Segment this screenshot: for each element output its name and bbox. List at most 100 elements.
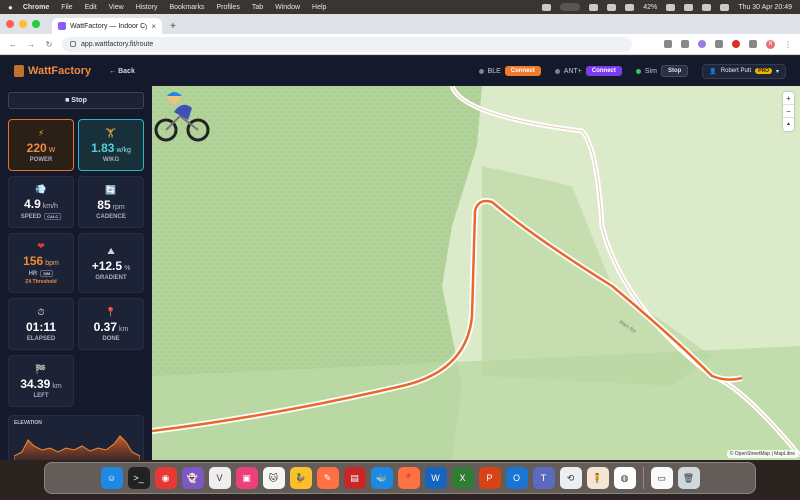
ble-label: BLE — [487, 67, 501, 75]
zoom-out-button[interactable]: − — [783, 105, 794, 118]
location-icon[interactable] — [664, 40, 672, 48]
menu-window[interactable]: Window — [275, 4, 300, 11]
speed-value: 4.9 — [24, 197, 41, 211]
chrome-icon[interactable]: ◉ — [154, 467, 177, 489]
status-icon[interactable] — [542, 3, 552, 11]
maximize-window-icon[interactable] — [32, 20, 40, 28]
redis-icon[interactable]: ▤ — [343, 467, 366, 489]
word-icon[interactable]: W — [424, 467, 447, 489]
cat-icon[interactable]: 🐱 — [262, 467, 285, 489]
cadence-card: 🔄 85 rpm CADENCE — [78, 176, 144, 228]
menu-edit[interactable]: Edit — [85, 4, 97, 11]
search-icon[interactable] — [702, 3, 712, 11]
control-center-icon[interactable] — [720, 3, 730, 11]
duck-icon[interactable]: 🦆 — [289, 467, 312, 489]
close-tab-icon[interactable]: × — [151, 22, 156, 31]
cadence-value: 85 — [97, 197, 111, 212]
user-icon: 👤 — [709, 68, 717, 75]
new-tab-icon[interactable]: + — [170, 18, 176, 34]
ant-connect-button[interactable]: Connect — [585, 66, 622, 76]
close-window-icon[interactable] — [6, 20, 14, 28]
profile-avatar[interactable]: R — [766, 39, 775, 49]
apple-icon[interactable]: ● — [8, 3, 13, 12]
menu-profiles[interactable]: Profiles — [216, 4, 239, 11]
map-canvas[interactable] — [152, 86, 800, 460]
ghost-icon[interactable]: 👻 — [181, 467, 204, 489]
url-text[interactable]: app.wattfactory.fit/route — [81, 41, 153, 48]
sim-label: Sim — [644, 67, 657, 75]
app-logo[interactable]: WattFactory — [14, 65, 91, 77]
terminal-icon[interactable]: >_ — [127, 467, 150, 489]
elapsed-value: 01:11 — [25, 319, 57, 334]
dropbox-icon[interactable] — [589, 3, 599, 11]
pin-icon[interactable]: 📍 — [397, 467, 420, 489]
menu-app-name[interactable]: Chrome — [23, 4, 49, 11]
compass-icon[interactable]: ▲ — [783, 118, 794, 131]
stopwatch-icon: ⏱ — [37, 306, 45, 317]
cadence-label: CADENCE — [96, 213, 126, 220]
excel-icon[interactable]: X — [451, 467, 474, 489]
clock[interactable]: Thu 30 Apr 20:49 — [738, 4, 792, 11]
tab-title: WattFactory — Indoor Cycle — [70, 22, 148, 30]
pro-badge: PRO — [755, 68, 772, 74]
menu-file[interactable]: File — [61, 4, 72, 11]
menu-bookmarks[interactable]: Bookmarks — [169, 4, 204, 11]
hr-zone: Z4 Threshold — [25, 279, 57, 285]
finder-icon[interactable]: ☺ — [100, 467, 123, 489]
back-button[interactable]: ← Back — [109, 68, 135, 75]
reload-icon[interactable]: ↻ — [44, 40, 54, 49]
menu-help[interactable]: Help — [312, 4, 326, 11]
vim-icon[interactable]: V — [208, 467, 231, 489]
minimize-window-icon[interactable] — [19, 20, 27, 28]
left-card: 🏁 34.39 km LEFT — [8, 355, 74, 407]
window-controls — [6, 14, 40, 34]
battery-icon[interactable] — [666, 3, 676, 11]
route-map[interactable]: Main Rd + − ▲ © OpenStreetMap | MapLibre — [152, 86, 800, 460]
browser-menu-icon[interactable]: ⋮ — [784, 40, 792, 49]
menu-view[interactable]: View — [109, 4, 124, 11]
timemachine-icon[interactable]: ⟲ — [559, 467, 582, 489]
menu-history[interactable]: History — [136, 4, 158, 11]
outlook-icon[interactable]: O — [505, 467, 528, 489]
extensions-puzzle-icon[interactable] — [749, 40, 757, 48]
trash-icon[interactable]: 🗑 — [677, 467, 700, 489]
browser-tab[interactable]: WattFactory — Indoor Cycle × — [52, 18, 162, 34]
docker-icon[interactable]: 🐳 — [370, 467, 393, 489]
calc-tag: CALC — [44, 213, 62, 220]
forward-arrow-icon[interactable]: → — [26, 40, 36, 49]
address-bar[interactable]: app.wattfactory.fit/route — [62, 36, 632, 52]
sim-stop-button[interactable]: Stop — [660, 65, 689, 77]
person-icon[interactable]: 🧍 — [586, 467, 609, 489]
dock-separator — [642, 467, 644, 489]
bookmark-star-icon[interactable] — [681, 40, 689, 48]
app-header: WattFactory ← Back BLE Connect ANT+ Conn… — [0, 56, 800, 86]
bluetooth-icon[interactable] — [625, 3, 635, 11]
user-menu[interactable]: 👤 Robert Putt PRO ▾ — [702, 63, 786, 79]
status-pill-icon[interactable] — [560, 3, 581, 11]
left-label: LEFT — [33, 392, 49, 399]
wifi-status-icon[interactable] — [607, 3, 617, 11]
ble-connect-button[interactable]: Connect — [504, 66, 541, 76]
wind-icon: 💨 — [35, 184, 47, 194]
zoom-in-button[interactable]: + — [783, 92, 794, 105]
basketball-icon[interactable]: ◍ — [613, 467, 636, 489]
map-pin-icon: 📍 — [105, 306, 117, 317]
powerpoint-icon[interactable]: P — [478, 467, 501, 489]
pen-icon[interactable]: ✎ — [316, 467, 339, 489]
macos-dock: ☺ >_ ◉ 👻 V ▣ 🐱 🦆 ✎ ▤ 🐳 📍 W X P O T ⟲ 🧍 ◍… — [44, 462, 756, 494]
ant-label: ANT+ — [563, 67, 582, 75]
site-info-icon[interactable] — [70, 41, 76, 47]
speed-card: 💨 4.9 km/h SPEED CALC — [8, 176, 74, 228]
power-value: 220 — [26, 140, 47, 155]
map-attribution[interactable]: © OpenStreetMap | MapLibre — [726, 450, 798, 458]
wifi-icon[interactable] — [684, 3, 694, 11]
preview-icon[interactable]: ▣ — [235, 467, 258, 489]
document-icon[interactable]: ▭ — [650, 467, 673, 489]
stop-button[interactable]: ■ Stop — [8, 92, 144, 109]
adblock-icon[interactable] — [732, 40, 740, 48]
teams-icon[interactable]: T — [532, 467, 555, 489]
extension-icon[interactable] — [698, 40, 706, 48]
cast-icon[interactable] — [715, 40, 723, 48]
menu-tab[interactable]: Tab — [252, 4, 263, 11]
back-arrow-icon[interactable]: ← — [8, 40, 18, 49]
